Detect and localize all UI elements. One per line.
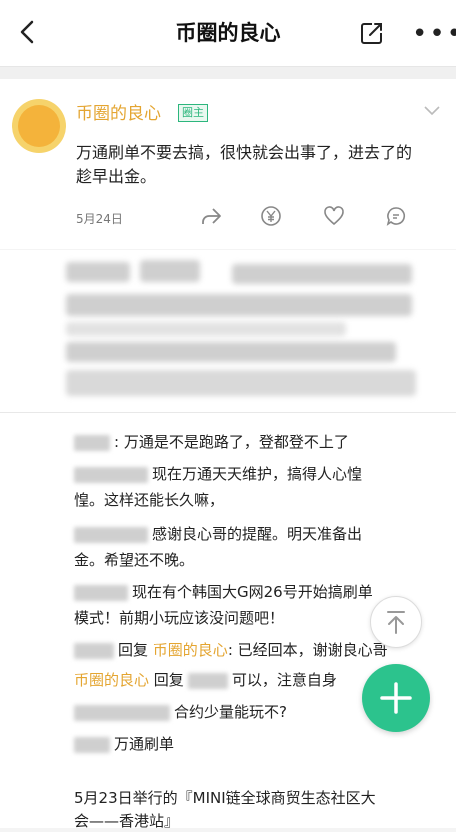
scroll-top-button[interactable] — [370, 596, 422, 648]
comment-text: 现在有个韩国大G网26号开始搞刷单 — [132, 583, 373, 601]
comment-text: 金。希望还不晚。 — [74, 551, 195, 569]
comment-text: 感谢良心哥的提醒。明天准备出 — [152, 525, 363, 543]
comment-author[interactable]: 币圈的良心 — [74, 671, 149, 689]
blurred-username — [74, 584, 128, 601]
comment-text: 合约少量能玩不? — [174, 703, 287, 721]
blur-block — [66, 342, 396, 362]
preview-line: 5月23日举行的『MINI链全球商贸生态社区大 — [74, 789, 376, 807]
reward-yen-icon[interactable] — [260, 205, 282, 227]
comment-text: 可以，注意自身 — [231, 671, 337, 689]
plus-icon — [380, 682, 412, 714]
blur-block — [66, 370, 416, 396]
blurred-username — [187, 672, 228, 689]
blur-block — [66, 262, 130, 282]
blurred-username — [74, 736, 110, 753]
comment-item[interactable]: 万通刷单 — [74, 733, 174, 755]
avatar[interactable] — [12, 99, 66, 153]
arrow-up-icon — [387, 611, 405, 634]
blur-block — [140, 260, 200, 282]
preview-line: 会——香港站』 — [74, 812, 180, 830]
blurred-username — [74, 526, 148, 543]
post-card: 币圈的良心 圈主 万通刷单不要去搞，很快就会出事了，进去了的趁早出金。 5月24… — [0, 79, 456, 249]
comment-text: : 万通是不是跑路了，登都登不上了 — [114, 433, 349, 451]
comment-item[interactable]: 感谢良心哥的提醒。明天准备出 — [74, 523, 362, 545]
share-icon[interactable] — [358, 19, 386, 47]
comment-item[interactable]: 合约少量能玩不? — [74, 701, 287, 723]
owner-badge: 圈主 — [178, 104, 208, 122]
reply-word: 回复 — [153, 671, 184, 689]
more-icon[interactable]: ••• — [412, 21, 456, 47]
blurred-username — [74, 642, 114, 659]
share-arrow-icon[interactable] — [200, 205, 222, 227]
comment-icon[interactable] — [385, 205, 407, 227]
comment-line: 金。希望还不晚。 — [74, 549, 194, 571]
blurred-username — [74, 704, 170, 721]
comment-text: : 已经回本，谢谢良心哥 — [227, 641, 388, 659]
comment-item[interactable]: 回复 币圈的良心: 已经回本，谢谢良心哥 — [74, 639, 388, 661]
post-content: 万通刷单不要去搞，很快就会出事了，进去了的趁早出金。 — [76, 143, 413, 186]
blurred-username — [74, 434, 110, 451]
post-author[interactable]: 币圈的良心 — [76, 99, 161, 124]
blur-block — [66, 322, 346, 336]
chevron-down-icon[interactable] — [424, 106, 440, 116]
comment-item[interactable]: 币圈的良心 回复 可以，注意自身 — [74, 669, 337, 691]
blurred-image — [0, 250, 456, 412]
blur-block — [66, 294, 412, 316]
reply-word: 回复 — [118, 641, 149, 659]
comment-text: 万通刷单 — [114, 735, 175, 753]
blur-block — [232, 264, 412, 284]
next-post-preview[interactable]: 5月23日举行的『MINI链全球商贸生态社区大 会——香港站』 — [0, 789, 456, 830]
page-title: 币圈的良心 — [175, 21, 281, 45]
post-date: 5月24日 — [76, 212, 123, 226]
comment-item[interactable]: 现在万通天天维护，搞得人心惶 — [74, 463, 362, 485]
reply-target-name[interactable]: 币圈的良心 — [153, 641, 228, 659]
comment-text: 惶。这样还能长久嘛， — [74, 491, 225, 509]
comment-text: 模式！前期小玩应该没问题吧！ — [74, 609, 285, 627]
like-heart-icon[interactable] — [323, 205, 345, 227]
blurred-username — [74, 466, 148, 483]
duck-avatar-icon — [18, 105, 60, 147]
comment-line: 模式！前期小玩应该没问题吧！ — [74, 607, 284, 629]
comment-line: 惶。这样还能长久嘛， — [74, 489, 224, 511]
top-bar: 币圈的良心 ••• — [0, 0, 456, 67]
comment-item[interactable]: : 万通是不是跑路了，登都登不上了 — [74, 431, 349, 453]
comment-text: 现在万通天天维护，搞得人心惶 — [152, 465, 363, 483]
top-separator — [0, 67, 456, 79]
comment-item[interactable]: 现在有个韩国大G网26号开始搞刷单 — [74, 581, 373, 603]
add-post-button[interactable] — [362, 664, 430, 732]
